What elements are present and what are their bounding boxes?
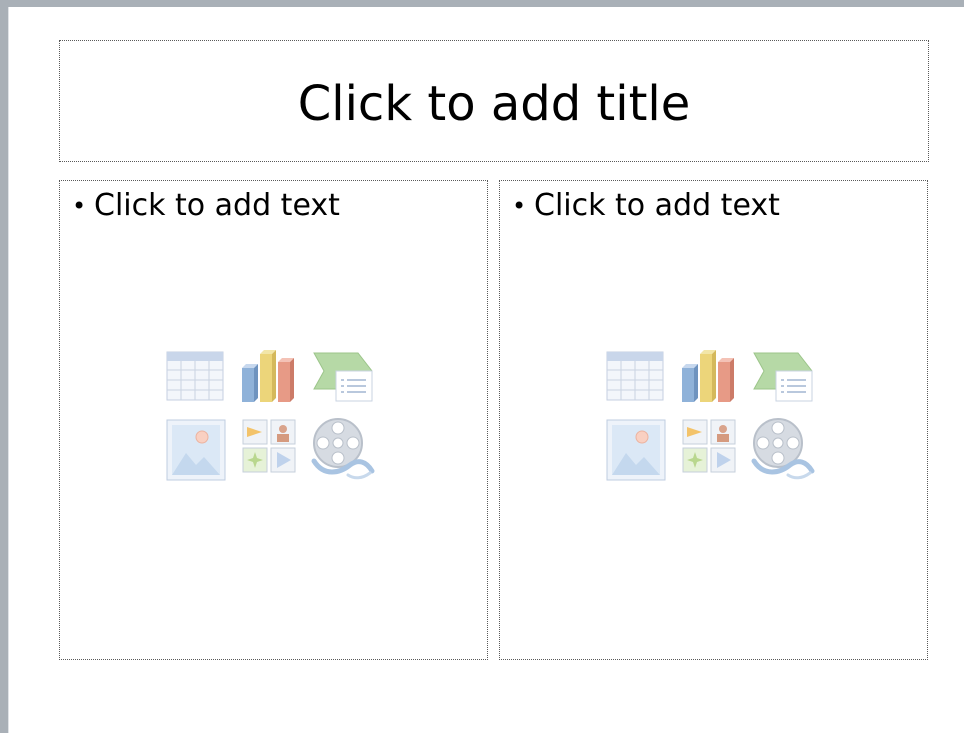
slide-canvas: Click to add title • Click to add text •… [9, 7, 964, 733]
insert-content-icons [166, 350, 378, 487]
title-placeholder-text: Click to add title [297, 76, 691, 132]
content-placeholder-text: Click to add text [534, 188, 780, 223]
bullet-item: • Click to add text [508, 191, 780, 221]
content-placeholder-right[interactable]: • Click to add text [499, 180, 928, 660]
content-placeholder-text: Click to add text [94, 188, 340, 223]
insert-picture-icon[interactable] [166, 419, 226, 481]
title-placeholder[interactable]: Click to add title [59, 40, 929, 162]
insert-picture-icon[interactable] [606, 419, 666, 481]
bullet-item: • Click to add text [68, 191, 340, 221]
insert-media-clip-icon[interactable] [750, 415, 816, 481]
bullet-icon: • [72, 192, 87, 220]
insert-content-icons [606, 350, 818, 487]
insert-smartart-icon[interactable] [752, 351, 816, 403]
insert-table-icon[interactable] [606, 351, 664, 401]
insert-chart-icon[interactable] [240, 346, 298, 404]
insert-media-clip-icon[interactable] [310, 415, 376, 481]
insert-table-icon[interactable] [166, 351, 224, 401]
insert-smartart-icon[interactable] [312, 351, 376, 403]
window-frame-left [0, 0, 8, 733]
insert-chart-icon[interactable] [680, 346, 738, 404]
window-frame-top [0, 0, 964, 7]
content-placeholder-left[interactable]: • Click to add text [59, 180, 488, 660]
insert-clip-art-icon[interactable] [242, 419, 296, 473]
insert-clip-art-icon[interactable] [682, 419, 736, 473]
bullet-icon: • [512, 192, 527, 220]
